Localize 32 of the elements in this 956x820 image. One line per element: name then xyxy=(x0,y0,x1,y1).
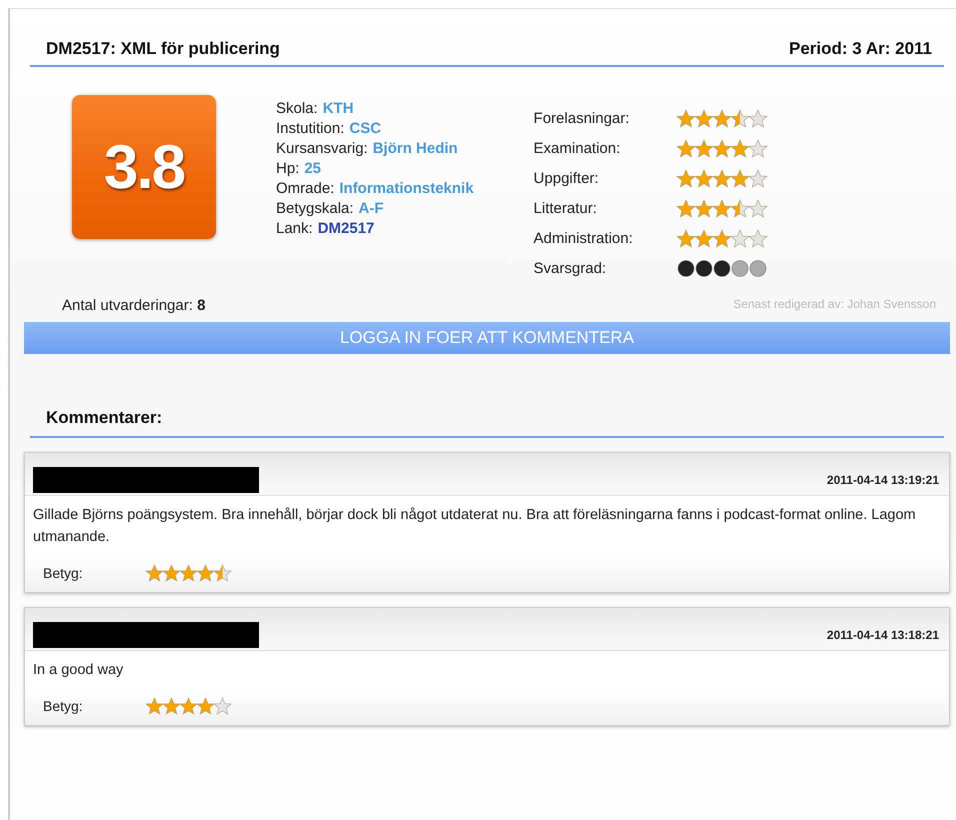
edited-by-label: Senast redigerad av: Johan Svensson xyxy=(733,297,936,313)
rating-label: Examination: xyxy=(534,140,622,156)
info-label: Hp: xyxy=(276,160,300,177)
info-value: KTH xyxy=(322,100,354,117)
comment-text: Gillade Björns poängsystem. Bra innehåll, börjar dock bli något utdaterat nu. Bra att föreläsningarna fanns i podcast-format online. Lagom utmanande. xyxy=(32,506,917,547)
info-label: Kursansvarig: xyxy=(276,140,368,157)
score-badge: 3.8 xyxy=(72,95,216,239)
info-value: Björn Hedin xyxy=(372,140,458,157)
comment-date: 2011-04-14 13:18:21 xyxy=(826,628,939,642)
info-label: Omrade: xyxy=(276,180,334,197)
rating-label: Litteratur: xyxy=(534,200,598,216)
info-label: Betygskala: xyxy=(276,200,354,217)
comments-heading: Kommentarer: xyxy=(46,408,162,428)
grade-label: Betyg: xyxy=(43,565,84,581)
rating-label: Forelasningar: xyxy=(534,110,630,126)
info-value: CSC xyxy=(349,120,382,137)
rating-label: Uppgifter: xyxy=(534,170,600,186)
info-value: 25 xyxy=(304,160,322,177)
rating-label: Administration: xyxy=(534,230,634,246)
info-value: Informationsteknik xyxy=(339,180,474,197)
info-label: Skola: xyxy=(276,100,318,117)
period-label: Period: 3 Ar: 2011 xyxy=(789,39,932,59)
info-label: Lank: xyxy=(276,220,313,237)
grade-label: Betyg: xyxy=(43,698,84,714)
info-label: Instutition: xyxy=(276,120,344,137)
comment-date: 2011-04-14 13:19:21 xyxy=(826,473,939,487)
course-title: DM2517: XML för publicering xyxy=(46,39,280,59)
course-link[interactable]: DM2517 xyxy=(318,220,374,237)
info-value: A-F xyxy=(358,200,384,217)
rating-label: Svarsgrad: xyxy=(534,260,608,276)
evaluation-count: Antal utvarderingar: 8 xyxy=(62,297,206,314)
comment-text: In a good way xyxy=(32,661,124,680)
